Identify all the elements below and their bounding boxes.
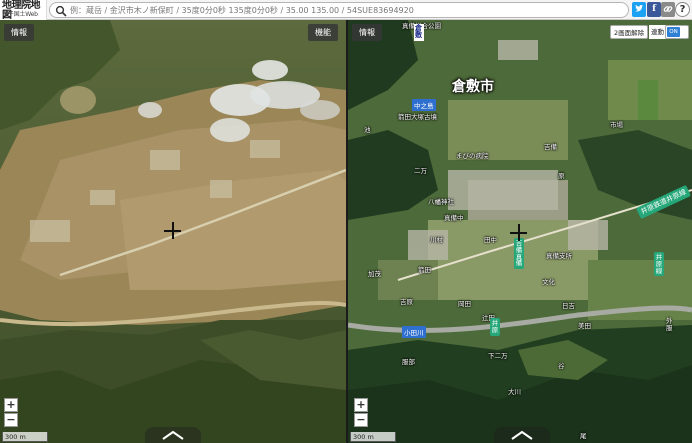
search-box <box>49 2 629 18</box>
right-info-button[interactable]: 情報 <box>352 24 382 41</box>
map-label-station: 倉敷 <box>414 24 424 41</box>
left-zoom-in-button[interactable]: + <box>4 398 18 412</box>
map-label: 市場 <box>610 121 623 129</box>
twitter-icon <box>635 4 643 12</box>
map-label: 真備支所 <box>546 252 572 260</box>
right-map-pane[interactable]: 情報 2画面解除 連動 ON 真備総合公園 倉敷 倉敷市 中之島 箭田大塚古墳 … <box>348 20 692 443</box>
app-logo[interactable]: 地理院地図 電子国土Web <box>0 0 47 21</box>
map-label: 池 <box>364 126 371 134</box>
city-label: 倉敷市 <box>452 79 494 95</box>
logo-subtitle: 電子国土Web <box>2 11 38 18</box>
right-crosshair <box>510 224 527 241</box>
map-label: 八幡神社 <box>428 198 454 206</box>
map-label: 大川 <box>508 388 521 396</box>
railway-label-vertical: 井原 <box>490 318 500 336</box>
facebook-icon: f <box>652 4 656 14</box>
map-label: 川村 <box>430 236 443 244</box>
map-label: 文化 <box>542 278 555 286</box>
map-label: 谷 <box>558 362 565 370</box>
map-label: 吉原 <box>400 298 413 306</box>
map-label: 下二万 <box>488 352 508 360</box>
left-zoom-out-button[interactable]: − <box>4 413 18 427</box>
left-function-button[interactable]: 機能 <box>308 24 338 41</box>
map-label: 箭田 <box>418 266 431 274</box>
chevron-up-icon <box>162 430 184 440</box>
release-split-button[interactable]: 2画面解除 <box>610 25 649 39</box>
help-icon: ? <box>679 4 686 15</box>
right-zoom-in-button[interactable]: + <box>354 398 368 412</box>
chevron-up-icon <box>511 430 533 440</box>
map-label: まびの病院 <box>456 152 489 160</box>
link-toggle-on: ON <box>667 27 680 37</box>
right-scale-bar: 300 m <box>350 432 396 442</box>
map-label: 真備中 <box>444 214 464 222</box>
right-expand-panel-button[interactable] <box>494 427 550 443</box>
top-bar: 地理院地図 電子国土Web f ? <box>0 0 692 21</box>
right-zoom-out-button[interactable]: − <box>354 413 368 427</box>
link-button[interactable] <box>661 2 675 17</box>
river-label: 中之島 <box>412 99 436 111</box>
station-label: 吉備真備 <box>514 238 524 270</box>
help-button[interactable]: ? <box>675 2 690 17</box>
link-label: 連動 <box>649 25 666 39</box>
map-label: 尾 <box>580 432 587 440</box>
facebook-button[interactable]: f <box>647 2 661 17</box>
river-label: 小田川 <box>402 326 426 338</box>
link-icon <box>663 6 673 12</box>
search-icon[interactable] <box>55 5 67 17</box>
map-label: 田中 <box>484 236 497 244</box>
map-label: 箭田大塚古墳 <box>398 113 437 121</box>
pane-divider[interactable] <box>346 20 348 443</box>
map-label-vertical: 外服 <box>666 317 673 332</box>
railway-label-vertical: 井原線 <box>654 252 664 277</box>
left-map-pane[interactable]: 情報 機能 + − 300 m <box>0 20 346 443</box>
map-label: 原 <box>558 172 565 180</box>
map-label: 岡田 <box>458 300 471 308</box>
search-input[interactable] <box>70 3 625 17</box>
left-expand-panel-button[interactable] <box>145 427 201 443</box>
map-label: 服部 <box>402 358 415 366</box>
map-label: 加茂 <box>368 270 381 278</box>
twitter-button[interactable] <box>632 2 646 17</box>
map-label: 吉備 <box>544 143 557 151</box>
map-label: 二万 <box>414 167 427 175</box>
left-scale-bar: 300 m <box>2 432 48 442</box>
left-crosshair <box>164 222 181 239</box>
left-info-button[interactable]: 情報 <box>4 24 34 41</box>
link-toggle[interactable]: ON <box>665 25 689 39</box>
map-label: 美田 <box>578 322 591 330</box>
map-label: 日吉 <box>562 302 575 310</box>
